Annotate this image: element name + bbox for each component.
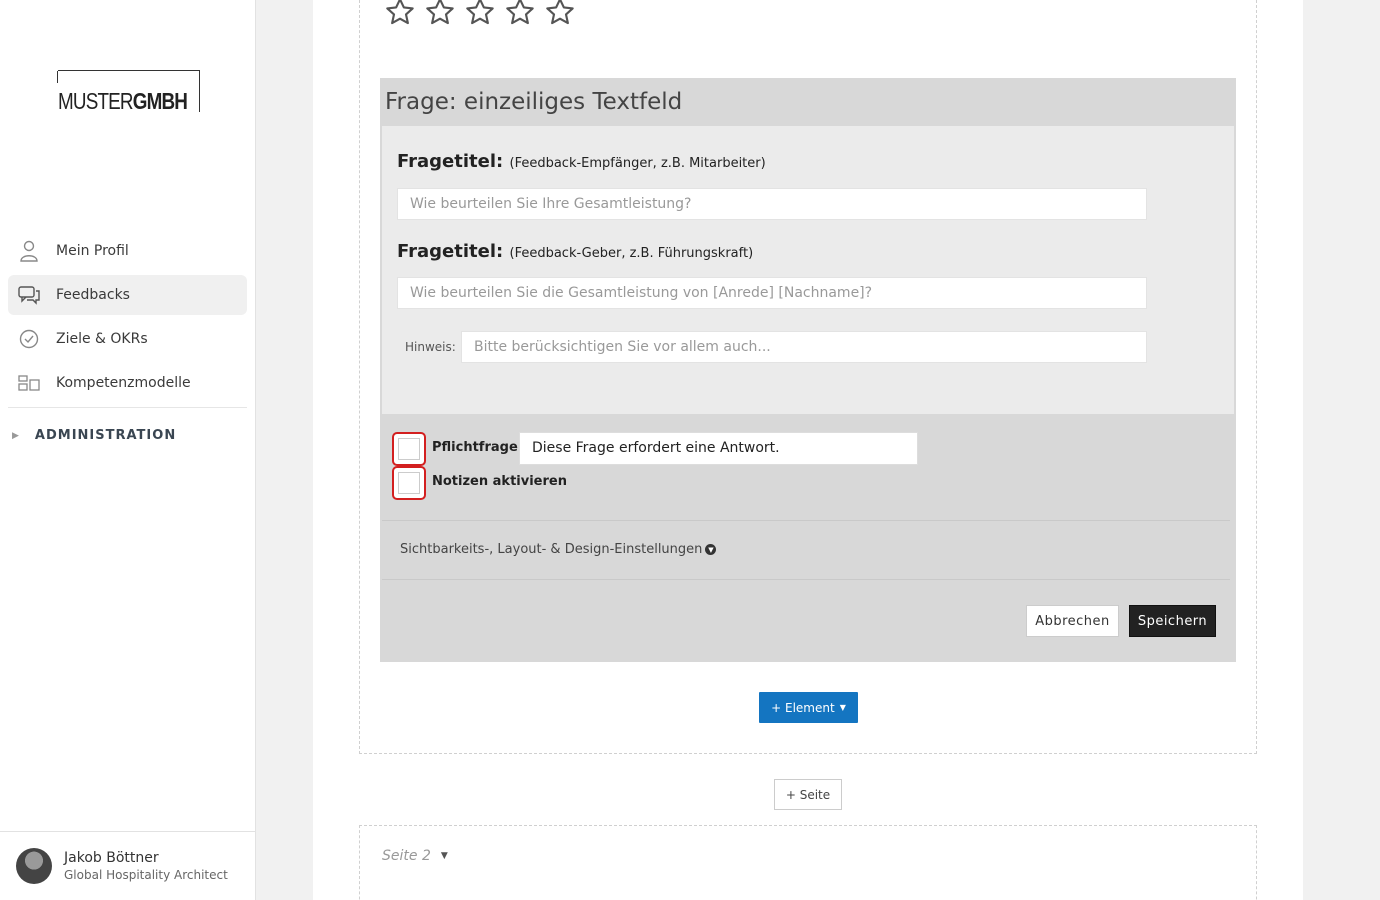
user-profile[interactable]: Jakob Böttner Global Hospitality Archite… xyxy=(0,831,255,900)
question-title-label-2: Fragetitel: (Feedback-Geber, z.B. Führun… xyxy=(397,241,753,262)
notizen-row: Notizen aktivieren xyxy=(392,466,567,500)
sidebar-item-administration[interactable]: ▶ ADMINISTRATION xyxy=(12,428,176,443)
sidebar-item-label: Feedbacks xyxy=(56,287,130,303)
cancel-button[interactable]: Abbrechen xyxy=(1026,605,1119,637)
notizen-label: Notizen aktivieren xyxy=(432,473,567,489)
expand-triangle-icon: ▶ xyxy=(12,430,20,441)
add-element-label: + Element xyxy=(771,700,835,715)
hinweis-label: Hinweis: xyxy=(405,340,456,354)
sidebar-item-ziele-okrs[interactable]: Ziele & OKRs xyxy=(8,319,247,359)
notizen-checkbox[interactable] xyxy=(392,466,426,500)
chevron-down-circle-icon: ▼ xyxy=(705,544,717,555)
star-icon[interactable] xyxy=(544,0,576,28)
avatar xyxy=(16,848,52,884)
page-2-container: Seite 2 ▼ xyxy=(359,825,1257,900)
question-hint: (Feedback-Geber, z.B. Führungskraft) xyxy=(509,246,754,261)
logo-text-bold: GMBH xyxy=(132,88,188,114)
admin-label: ADMINISTRATION xyxy=(34,428,177,443)
star-icon[interactable] xyxy=(424,0,456,28)
question-label: Fragetitel: xyxy=(397,151,504,172)
pflichtfrage-label: Pflichtfrage xyxy=(432,439,518,455)
question-title-label-1: Fragetitel: (Feedback-Empfänger, z.B. Mi… xyxy=(397,151,766,172)
check-circle-icon xyxy=(18,328,40,350)
question-title-input-1[interactable]: Wie beurteilen Sie Ihre Gesamtleistung? xyxy=(397,188,1147,220)
pflichtfrage-row: Pflichtfrage xyxy=(392,432,518,466)
nav-divider xyxy=(8,407,247,408)
user-name: Jakob Böttner xyxy=(64,850,159,866)
star-rating[interactable] xyxy=(384,0,584,28)
sidebar-item-feedbacks[interactable]: Feedbacks xyxy=(8,275,247,315)
star-icon[interactable] xyxy=(384,0,416,28)
chat-icon xyxy=(18,284,40,306)
sidebar-item-label: Kompetenzmodelle xyxy=(56,375,191,391)
page-2-label: Seite 2 xyxy=(382,848,431,864)
add-element-button[interactable]: + Element ▼ xyxy=(759,692,858,723)
editor-title: Frage: einzeiliges Textfeld xyxy=(385,89,683,115)
sidebar: MUSTERGMBH Mein Profil Feedbacks Ziele &… xyxy=(0,0,256,900)
star-icon[interactable] xyxy=(464,0,496,28)
hinweis-input[interactable]: Bitte berücksichtigen Sie vor allem auch… xyxy=(461,331,1147,363)
divider xyxy=(382,520,1230,521)
save-button[interactable]: Speichern xyxy=(1129,605,1216,637)
sidebar-item-kompetenzmodelle[interactable]: Kompetenzmodelle xyxy=(8,363,247,403)
grid-icon xyxy=(18,372,40,394)
logo-text-light: MUSTER xyxy=(58,88,134,114)
caret-down-icon: ▼ xyxy=(839,703,846,712)
pflichtfrage-checkbox[interactable] xyxy=(392,432,426,466)
divider xyxy=(382,579,1230,580)
caret-down-icon: ▼ xyxy=(440,851,448,861)
company-logo[interactable]: MUSTERGMBH xyxy=(57,70,200,114)
add-page-button[interactable]: + Seite xyxy=(774,779,842,810)
main-nav: Mein Profil Feedbacks Ziele & OKRs Kompe… xyxy=(8,231,247,408)
question-editor: Frage: einzeiliges Textfeld Fragetitel: … xyxy=(380,78,1236,662)
sidebar-item-label: Ziele & OKRs xyxy=(56,331,148,347)
page-2-toggle[interactable]: Seite 2 ▼ xyxy=(382,848,448,864)
visibility-settings-label: Sichtbarkeits-, Layout- & Design-Einstel… xyxy=(400,542,703,557)
sidebar-item-label: Mein Profil xyxy=(56,243,129,259)
question-title-input-2[interactable]: Wie beurteilen Sie die Gesamtleistung vo… xyxy=(397,277,1147,309)
star-icon[interactable] xyxy=(504,0,536,28)
pflichtfrage-message-input[interactable]: Diese Frage erfordert eine Antwort. xyxy=(519,432,918,465)
user-icon xyxy=(18,240,40,262)
visibility-settings-toggle[interactable]: Sichtbarkeits-, Layout- & Design-Einstel… xyxy=(400,542,717,557)
editor-body: Fragetitel: (Feedback-Empfänger, z.B. Mi… xyxy=(382,126,1234,414)
question-hint: (Feedback-Empfänger, z.B. Mitarbeiter) xyxy=(509,156,766,171)
question-label: Fragetitel: xyxy=(397,241,504,262)
user-role: Global Hospitality Architect xyxy=(64,868,228,882)
sidebar-item-mein-profil[interactable]: Mein Profil xyxy=(8,231,247,271)
